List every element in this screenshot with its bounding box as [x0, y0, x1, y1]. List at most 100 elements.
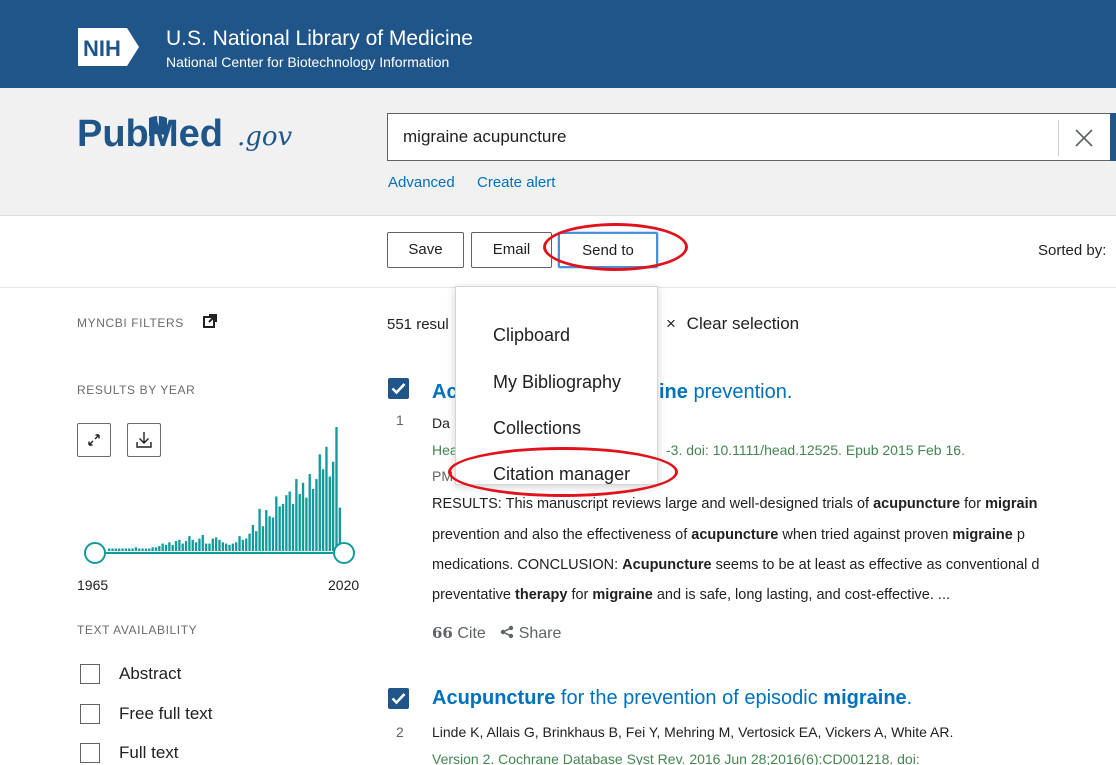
- result-2-checkbox[interactable]: [388, 688, 409, 709]
- year-end-handle[interactable]: [333, 542, 355, 564]
- result-2-number: 2: [396, 724, 404, 740]
- year-histogram-bar: [255, 531, 258, 551]
- search-button-edge[interactable]: [1110, 113, 1116, 161]
- year-histogram-bar: [148, 548, 151, 551]
- results-count: 551 resul: [387, 316, 449, 333]
- share-button[interactable]: Share: [500, 625, 561, 642]
- result-2-title[interactable]: Acupuncture for the prevention of episod…: [432, 687, 912, 710]
- year-histogram-bar: [321, 469, 325, 551]
- year-histogram-bar: [118, 548, 121, 551]
- logo-gov: .gov: [237, 122, 293, 152]
- year-histogram-bar: [138, 548, 141, 551]
- menu-item-collections[interactable]: Collections: [493, 418, 581, 439]
- result-1-actions: 66 Cite Share: [432, 624, 561, 643]
- year-histogram-bar: [168, 542, 171, 551]
- send-to-menu: Clipboard My Bibliography Collections Ci…: [455, 286, 658, 485]
- email-button[interactable]: Email: [471, 232, 552, 268]
- filter-free-full-text-label[interactable]: Free full text: [119, 704, 213, 724]
- result-1-snippet-line-3: medications. CONCLUSION: Acupuncture see…: [432, 557, 1040, 573]
- year-histogram-bar: [121, 548, 124, 551]
- result-1-source-start: Hea: [432, 442, 458, 458]
- clear-selection-icon: ×: [666, 314, 676, 333]
- year-histogram-bar: [311, 489, 315, 551]
- result-1-checkbox[interactable]: [388, 378, 409, 399]
- clear-selection-label: Clear selection: [686, 314, 800, 333]
- year-histogram-bar: [298, 493, 301, 551]
- nih-logo-text: NIH: [83, 36, 121, 61]
- share-icon: [501, 625, 514, 639]
- result-1-pmid: PM: [432, 468, 453, 484]
- year-histogram-bar: [124, 548, 128, 551]
- year-histogram-bar: [271, 517, 275, 551]
- filter-abstract-checkbox[interactable]: [80, 664, 100, 684]
- year-histogram-bar: [151, 547, 154, 551]
- year-histogram-bar: [275, 496, 278, 551]
- result-1-authors: Da: [432, 415, 450, 431]
- year-histogram-bar: [238, 536, 241, 551]
- year-histogram-bar: [154, 547, 158, 551]
- nih-subtitle: National Center for Biotechnology Inform…: [166, 54, 450, 70]
- year-histogram-bar: [158, 546, 161, 551]
- filter-full-text-label[interactable]: Full text: [119, 743, 179, 763]
- nih-title[interactable]: U.S. National Library of Medicine: [166, 27, 473, 51]
- year-histogram-bar: [335, 427, 338, 551]
- pubmed-logo[interactable]: Pub Med .gov: [77, 106, 317, 166]
- result-1-title-end[interactable]: ine prevention.: [659, 381, 792, 404]
- result-1-snippet-line-2: prevention and also the effectiveness of…: [432, 527, 1025, 543]
- year-histogram-bar: [281, 503, 285, 551]
- year-histogram-bar: [268, 516, 271, 551]
- quote-icon: 66: [432, 624, 453, 642]
- close-icon: [1075, 129, 1093, 147]
- filter-abstract-label[interactable]: Abstract: [119, 664, 181, 684]
- filter-free-full-text-checkbox[interactable]: [80, 704, 100, 724]
- menu-item-clipboard[interactable]: Clipboard: [493, 325, 570, 346]
- year-histogram-bar: [325, 446, 328, 551]
- year-histogram-bar: [318, 454, 321, 551]
- year-histogram-bar: [141, 548, 144, 551]
- search-input[interactable]: [403, 127, 1003, 147]
- year-histogram-bar: [241, 539, 245, 551]
- myncbi-filters-heading[interactable]: MYNCBI FILTERS: [77, 316, 184, 330]
- year-histogram-bar: [184, 541, 188, 551]
- year-histogram-bar: [301, 482, 305, 551]
- menu-item-citation-manager[interactable]: Citation manager: [493, 464, 630, 485]
- year-histogram-bar: [328, 476, 331, 551]
- filter-full-text-checkbox[interactable]: [80, 743, 100, 763]
- year-histogram-bar: [221, 542, 224, 551]
- year-histogram-bar: [181, 543, 184, 551]
- year-histogram-bar: [285, 495, 288, 551]
- menu-item-my-bibliography[interactable]: My Bibliography: [493, 372, 621, 393]
- nih-logo[interactable]: NIH: [77, 27, 140, 67]
- year-histogram-bar: [194, 542, 198, 551]
- external-link-icon[interactable]: [203, 314, 217, 328]
- year-histogram-bar: [208, 543, 211, 551]
- result-1-snippet-line-4: preventative therapy for migraine and is…: [432, 587, 950, 603]
- year-histogram-bar: [214, 537, 218, 551]
- results-by-year-heading: RESULTS BY YEAR: [77, 383, 196, 397]
- advanced-link[interactable]: Advanced: [388, 174, 455, 191]
- result-1-title-start[interactable]: Ac: [432, 381, 458, 404]
- checkmark-icon: [391, 693, 406, 705]
- nih-banner: NIH U.S. National Library of Medicine Na…: [0, 0, 1116, 88]
- clear-search-button[interactable]: [1058, 120, 1108, 156]
- year-start-handle[interactable]: [84, 542, 106, 564]
- year-histogram-bar: [134, 547, 138, 551]
- year-start-label: 1965: [77, 577, 109, 593]
- clear-selection-button[interactable]: × Clear selection: [666, 314, 799, 334]
- year-histogram-bar: [174, 541, 178, 551]
- year-histogram-bar: [211, 538, 214, 551]
- year-histogram-bar: [231, 543, 235, 551]
- sorted-by-label[interactable]: Sorted by:: [1038, 242, 1106, 259]
- logo-pub: Pub: [77, 113, 149, 155]
- create-alert-link[interactable]: Create alert: [477, 174, 555, 191]
- year-histogram-bar: [114, 548, 118, 551]
- result-1-snippet-line-1: RESULTS: This manuscript reviews large a…: [432, 496, 1038, 512]
- send-to-button[interactable]: Send to: [558, 232, 658, 268]
- save-button[interactable]: Save: [387, 232, 464, 268]
- results-by-year-chart[interactable]: [80, 425, 370, 575]
- year-histogram-bar: [188, 536, 191, 551]
- cite-button[interactable]: 66 Cite: [432, 624, 486, 642]
- search-header: Pub Med .gov Advanced Create alert: [0, 88, 1116, 216]
- year-histogram-bar: [111, 548, 114, 551]
- result-1-source-end: -3. doi: 10.1111/head.12525. Epub 2015 F…: [666, 442, 965, 458]
